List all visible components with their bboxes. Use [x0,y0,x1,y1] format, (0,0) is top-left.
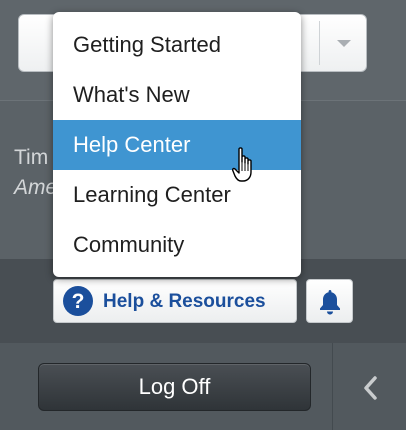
select-divider [319,21,320,65]
help-dropdown-menu: Getting Started What's New Help Center L… [53,12,301,277]
chevron-left-icon[interactable] [358,374,382,402]
menu-item-getting-started[interactable]: Getting Started [53,20,301,70]
timezone-label: Tim [14,146,49,169]
help-resources-button[interactable]: ? Help & Resources [53,279,297,323]
menu-item-learning-center[interactable]: Learning Center [53,170,301,220]
footer-divider [332,343,333,430]
help-resources-label: Help & Resources [103,291,266,312]
timezone-value: Ame [14,176,58,199]
svg-text:?: ? [72,290,85,313]
notifications-button[interactable] [306,279,353,323]
menu-item-community[interactable]: Community [53,220,301,270]
menu-item-help-center[interactable]: Help Center [53,120,301,170]
hand-pointer-icon [232,147,252,182]
bell-icon [320,290,340,315]
question-circle-icon: ? [63,286,93,316]
chevron-down-icon[interactable] [337,40,351,47]
menu-item-whats-new[interactable]: What's New [53,70,301,120]
log-off-button[interactable]: Log Off [38,363,311,411]
